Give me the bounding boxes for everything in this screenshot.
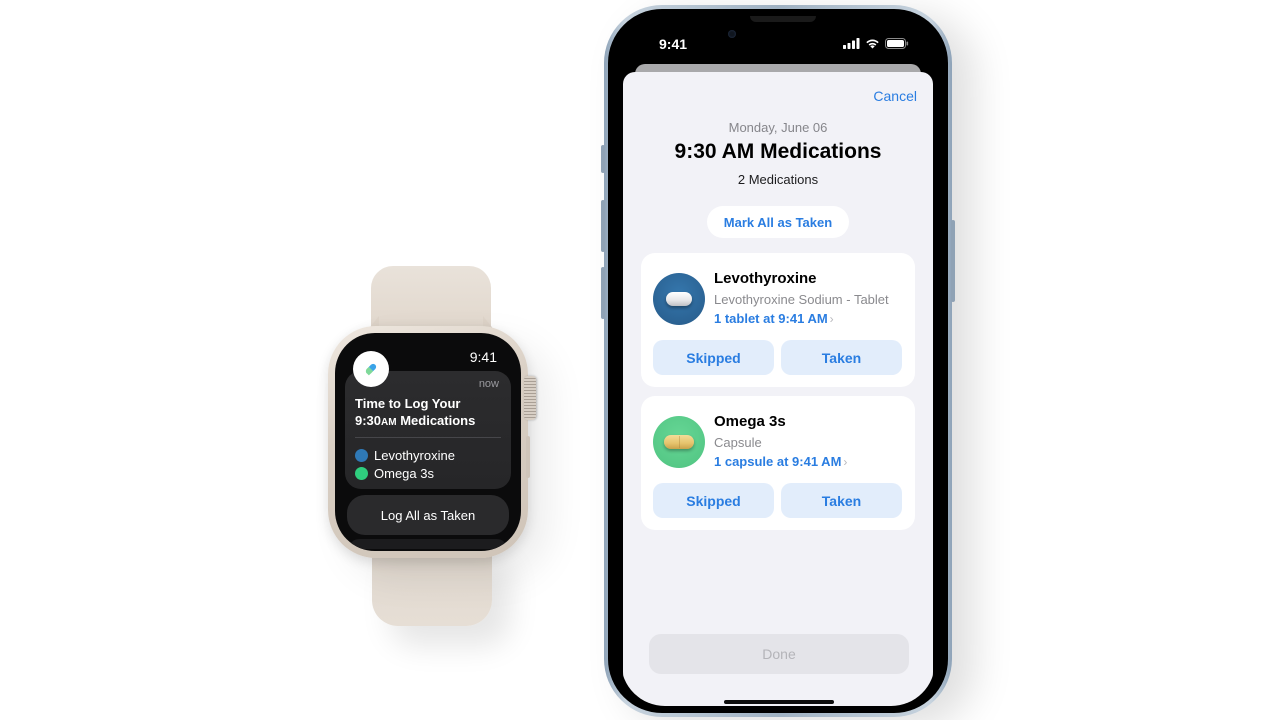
medication-dose-link[interactable]: 1 capsule at 9:41 AM › (714, 454, 847, 469)
battery-icon (885, 38, 909, 49)
iphone: 9:41 Cancel Monday, June 06 9:30 AM Medi… (601, 5, 955, 717)
watch-notification[interactable]: now Time to Log Your 9:30AM Medications … (345, 371, 511, 489)
medication-name: Omega 3s (714, 413, 786, 430)
medication-dose-link[interactable]: 1 tablet at 9:41 AM › (714, 311, 834, 326)
digital-crown[interactable] (524, 376, 536, 420)
done-button[interactable]: Done (649, 634, 909, 674)
chevron-right-icon: › (829, 311, 834, 326)
mark-all-as-taken-button[interactable]: Mark All as Taken (707, 206, 849, 238)
medication-card: Levothyroxine Levothyroxine Sodium - Tab… (641, 253, 915, 387)
action-switch[interactable] (601, 145, 605, 173)
medication-description: Levothyroxine Sodium - Tablet (714, 292, 889, 307)
sheet-date: Monday, June 06 (728, 120, 828, 135)
capsule-shape (664, 435, 694, 449)
capsule-pill-icon (653, 416, 705, 468)
chevron-right-icon: › (843, 454, 848, 469)
medication-name: Levothyroxine (714, 270, 817, 287)
medication-count: 2 Medications (737, 172, 819, 187)
watch-med-item: Levothyroxine (355, 448, 455, 463)
status-bar-icons (843, 38, 909, 49)
volume-down-button[interactable] (601, 267, 605, 319)
dose-text: 1 capsule at 9:41 AM (714, 454, 842, 469)
wifi-icon (866, 39, 879, 49)
dose-text: 1 tablet at 9:41 AM (714, 311, 828, 326)
med-color-dot (355, 467, 368, 480)
tablet-shape (666, 292, 692, 306)
watch-med-name: Levothyroxine (374, 448, 455, 463)
sheet-title: 9:30 AM Medications (674, 140, 882, 163)
notification-title: Time to Log Your 9:30AM Medications (355, 395, 505, 431)
tablet-pill-icon (653, 273, 705, 325)
skipped-button[interactable]: Skipped (653, 483, 774, 518)
home-indicator[interactable] (724, 700, 834, 704)
power-button[interactable] (951, 220, 955, 302)
notification-timestamp: now (478, 378, 499, 390)
pill-icon (365, 363, 377, 376)
volume-up-button[interactable] (601, 200, 605, 252)
notification-divider (355, 437, 501, 438)
taken-button[interactable]: Taken (781, 340, 902, 375)
medication-log-sheet: Cancel Monday, June 06 9:30 AM Medicatio… (623, 72, 933, 706)
cellular-signal-icon (843, 38, 860, 49)
cancel-button[interactable]: Cancel (873, 88, 917, 104)
log-all-as-taken-button[interactable]: Log All as Taken (347, 495, 509, 535)
phone-screen: 9:41 Cancel Monday, June 06 9:30 AM Medi… (621, 16, 935, 706)
watch-time: 9:41 (469, 349, 497, 365)
watch-side-button[interactable] (526, 436, 530, 478)
apple-watch: 9:41 now Time to Log Your 9:30AM Medicat… (328, 266, 538, 626)
title-time: 9:30 (355, 413, 382, 428)
title-line-1: Time to Log Your (355, 396, 461, 411)
medications-app-icon (353, 351, 389, 387)
medication-card: Omega 3s Capsule 1 capsule at 9:41 AM › … (641, 396, 915, 530)
next-card-peek (349, 539, 507, 549)
status-bar-time: 9:41 (659, 36, 688, 52)
skipped-button[interactable]: Skipped (653, 340, 774, 375)
medication-description: Capsule (714, 435, 762, 450)
watch-screen: 9:41 now Time to Log Your 9:30AM Medicat… (335, 333, 521, 551)
watch-med-item: Omega 3s (355, 466, 434, 481)
watch-med-name: Omega 3s (374, 466, 434, 481)
title-ampm: AM (381, 417, 397, 428)
med-color-dot (355, 449, 368, 462)
front-camera (728, 30, 736, 38)
taken-button[interactable]: Taken (781, 483, 902, 518)
speaker-grille (750, 16, 816, 22)
title-suffix: Medications (396, 413, 476, 428)
